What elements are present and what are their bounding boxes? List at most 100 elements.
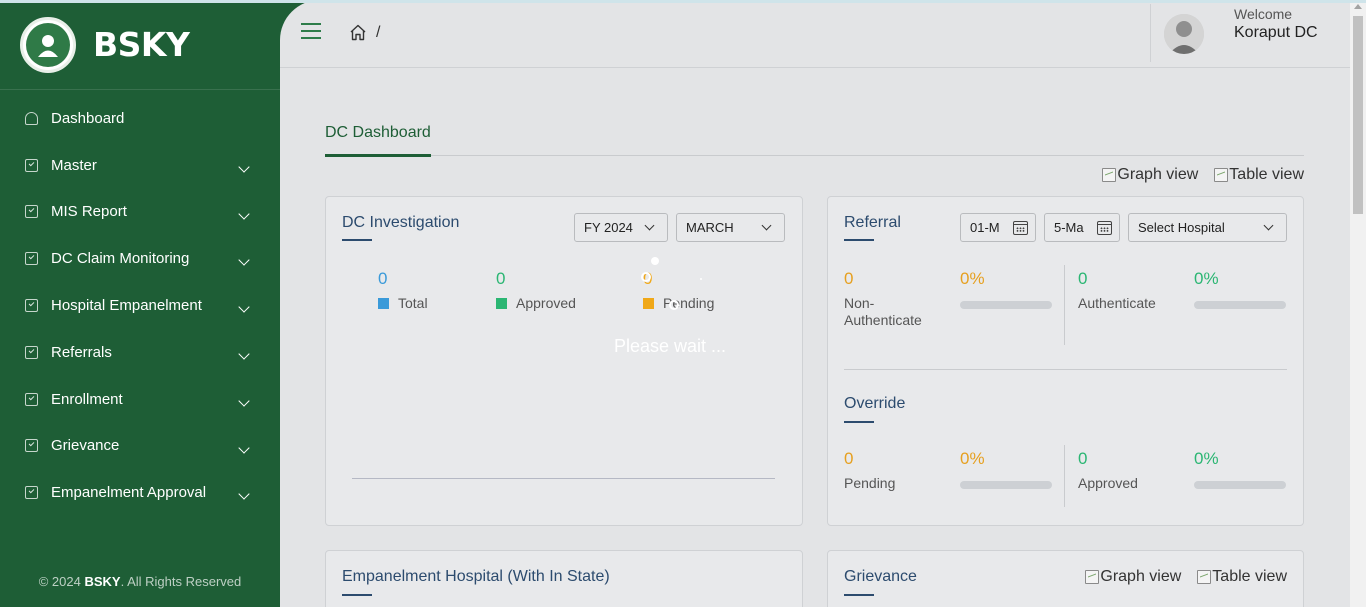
empanelment-hospital-card: Empanelment Hospital (With In State)	[325, 550, 803, 607]
graph-view-label: Graph view	[1100, 568, 1182, 585]
hospital-select-value: Select Hospital	[1138, 220, 1225, 235]
breadcrumb-separator: /	[376, 24, 381, 41]
user-menu[interactable]: Welcome Koraput DC	[1150, 4, 1350, 62]
calendar-icon[interactable]	[1097, 221, 1112, 235]
authenticate-label: Authenticate	[1078, 295, 1156, 311]
avatar[interactable]	[1164, 14, 1204, 54]
checklist-icon	[25, 439, 38, 453]
title-underline	[342, 594, 372, 596]
graph-view-label: Graph view	[1117, 166, 1199, 183]
chevron-down-icon	[238, 348, 250, 360]
table-view-label: Table view	[1212, 568, 1287, 585]
legend-swatch-pending	[643, 298, 654, 309]
chevron-down-icon	[238, 488, 250, 501]
sidebar-item-dc-claim-monitoring[interactable]: DC Claim Monitoring	[0, 235, 280, 282]
referral-card: Referral 01-M 5-Ma Select Hospital 0 Non…	[827, 196, 1304, 526]
empanelment-hospital-title: Empanelment Hospital (With In State)	[342, 568, 610, 585]
sidebar-item-referrals[interactable]: Referrals	[0, 329, 280, 376]
sidebar-item-enrollment[interactable]: Enrollment	[0, 376, 280, 423]
welcome-text: Welcome	[1234, 6, 1293, 22]
title-underline	[844, 239, 874, 241]
fy-select-value: FY 2024	[584, 220, 633, 235]
table-view-label: Table view	[1229, 166, 1304, 183]
override-approved-label: Approved	[1078, 475, 1138, 491]
home-icon[interactable]	[349, 24, 367, 41]
menu-toggle-icon[interactable]	[301, 23, 321, 39]
scrollbar-thumb[interactable]	[1353, 16, 1363, 214]
authenticate-percent: 0%	[1194, 269, 1219, 288]
sidebar-item-mis-report[interactable]: MIS Report	[0, 189, 280, 236]
chevron-down-icon	[761, 220, 772, 231]
tab-bar: DC Dashboard	[325, 122, 1304, 157]
sidebar-item-empanelment-approval[interactable]: Empanelment Approval	[0, 469, 280, 516]
grievance-card: Grievance Graph view Table view	[827, 550, 1304, 607]
sidebar-item-grievance[interactable]: Grievance	[0, 423, 280, 470]
non-authenticate-count: 0	[844, 269, 854, 288]
sidebar-item-master[interactable]: Master	[0, 142, 280, 189]
footer-prefix: © 2024	[38, 574, 81, 589]
chevron-down-icon	[238, 207, 250, 220]
topbar: / Welcome Koraput DC	[280, 0, 1350, 68]
override-pending-percent: 0%	[960, 449, 985, 468]
user-name: Koraput DC	[1234, 24, 1318, 41]
dc-investigation-card: DC Investigation FY 2024 MARCH 0 Total 0…	[325, 196, 803, 526]
divider	[1064, 265, 1065, 345]
override-pending-progress	[960, 481, 1052, 489]
footer-brand: BSKY	[84, 574, 121, 589]
brand: BSKY	[0, 0, 280, 90]
title-underline	[844, 421, 874, 423]
title-underline	[342, 239, 372, 241]
checklist-icon	[25, 158, 38, 172]
month-select[interactable]: MARCH	[676, 213, 785, 242]
month-select-value: MARCH	[686, 220, 734, 235]
table-view-button[interactable]: Table view	[1214, 166, 1304, 184]
loading-text: Please wait ...	[614, 336, 727, 356]
graph-view-button[interactable]: Graph view	[1102, 166, 1198, 184]
legend-swatch-total	[378, 298, 389, 309]
sidebar-footer: © 2024 BSKY. All Rights Reserved	[0, 574, 280, 589]
referral-title: Referral	[844, 214, 901, 231]
to-date-input[interactable]: 5-Ma	[1044, 213, 1120, 242]
sidebar-item-label: Referrals	[51, 343, 112, 361]
non-authenticate-progress	[960, 301, 1052, 309]
from-date-value: 01-M	[970, 220, 1000, 235]
approved-count: 0	[496, 269, 506, 288]
table-view-button[interactable]: Table view	[1197, 568, 1287, 586]
chevron-down-icon	[238, 161, 250, 173]
hospital-select[interactable]: Select Hospital	[1128, 213, 1287, 242]
graph-view-button[interactable]: Graph view	[1085, 568, 1181, 586]
checklist-icon	[25, 205, 38, 219]
authenticate-progress	[1194, 301, 1286, 309]
legend-swatch-approved	[496, 298, 507, 309]
override-pending-label: Pending	[844, 475, 896, 491]
sidebar-item-hospital-empanelment[interactable]: Hospital Empanelment	[0, 282, 280, 329]
authenticate-count: 0	[1078, 269, 1088, 288]
fy-select[interactable]: FY 2024	[574, 213, 668, 242]
tab-dc-dashboard[interactable]: DC Dashboard	[325, 124, 431, 157]
scroll-up-arrow-icon[interactable]	[1354, 4, 1362, 9]
sidebar-item-dashboard[interactable]: Dashboard	[0, 95, 280, 142]
chevron-down-icon	[238, 301, 250, 313]
override-title: Override	[844, 395, 906, 412]
sidebar-item-label: Dashboard	[51, 109, 125, 127]
checklist-icon	[25, 392, 38, 406]
calendar-icon[interactable]	[1013, 221, 1028, 235]
non-authenticate-label: Non-Authenticate	[844, 295, 922, 328]
broken-image-icon	[1102, 168, 1117, 182]
footer-suffix: . All Rights Reserved	[120, 574, 242, 589]
sidebar-item-label: Hospital Empanelment	[51, 297, 202, 315]
view-toggle: Graph view Table view	[1102, 166, 1304, 184]
sidebar-nav: Dashboard Master MIS Report DC Claim Mon…	[0, 95, 280, 516]
checklist-icon	[25, 345, 38, 359]
bsky-logo[interactable]	[20, 16, 76, 73]
dashboard-icon	[25, 111, 38, 125]
sidebar-item-label: Grievance	[51, 437, 120, 455]
broken-image-icon	[1085, 570, 1100, 584]
from-date-input[interactable]: 01-M	[960, 213, 1036, 242]
scrollbar[interactable]	[1350, 0, 1366, 607]
chevron-down-icon	[644, 220, 655, 231]
sidebar-item-label: Master	[51, 156, 97, 174]
sidebar-item-label: Empanelment Approval	[51, 484, 207, 502]
sidebar-item-label: DC Claim Monitoring	[51, 250, 190, 268]
sidebar-item-label: Enrollment	[51, 390, 123, 408]
